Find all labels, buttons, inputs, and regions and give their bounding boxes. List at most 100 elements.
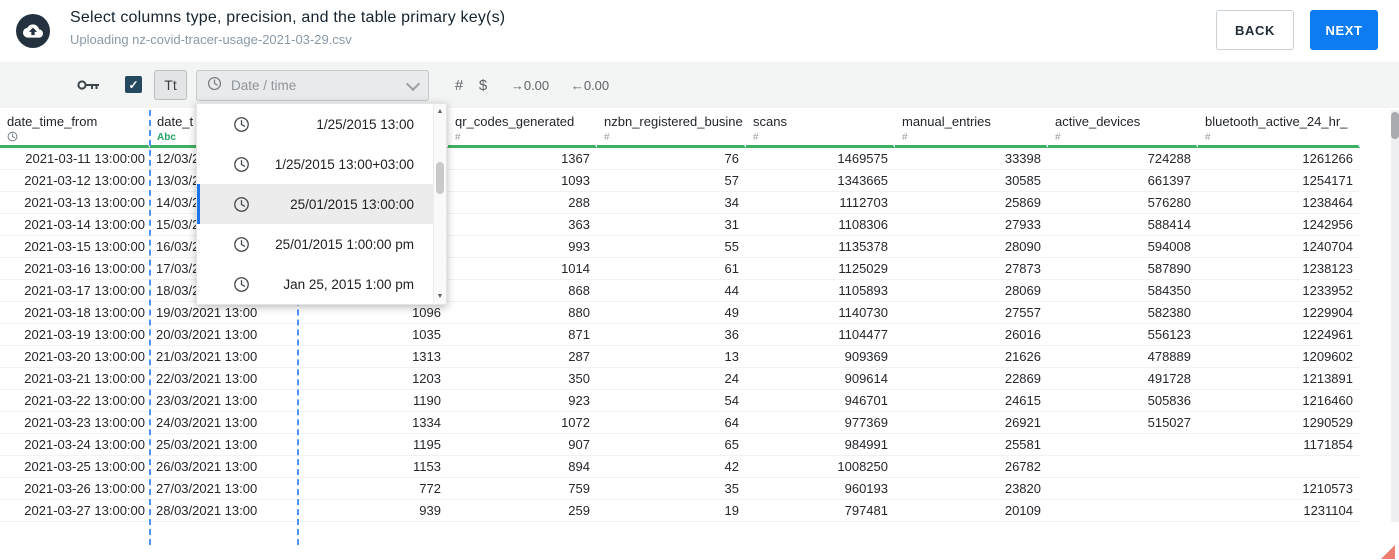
titles: Select columns type, precision, and the … bbox=[70, 9, 505, 47]
cell: 977369 bbox=[844, 415, 888, 430]
cell: 582380 bbox=[1147, 305, 1191, 320]
cloud-upload-icon bbox=[23, 24, 43, 38]
cell: 1469575 bbox=[837, 151, 888, 166]
column-header-qr_codes_generated[interactable]: qr_codes_generated # bbox=[448, 110, 597, 148]
cell: 64 bbox=[724, 415, 739, 430]
cell: 587890 bbox=[1147, 261, 1191, 276]
dropdown-scrollbar-thumb[interactable] bbox=[436, 162, 444, 194]
cell: 1108306 bbox=[838, 217, 888, 232]
primary-key-button[interactable] bbox=[76, 76, 102, 94]
column-type: # bbox=[753, 131, 893, 144]
column-name: date_time_from bbox=[7, 114, 98, 129]
cell: 57 bbox=[724, 173, 739, 188]
table-row: 2021-03-20 13:00:00 21/03/2021 13:00 1313 2… bbox=[0, 346, 1360, 368]
include-column-checkbox[interactable]: ✓ bbox=[125, 76, 142, 93]
cell: 1233952 bbox=[1302, 283, 1353, 298]
table-row: 2021-03-22 13:00:00 23/03/2021 13:00 1190 9… bbox=[0, 390, 1360, 412]
cell: 2021-03-23 13:00:00 bbox=[24, 415, 145, 430]
column-type-number: # bbox=[455, 132, 461, 143]
format-option[interactable]: 25/01/2015 1:00:00 pm bbox=[197, 224, 446, 264]
cell: 24 bbox=[724, 371, 739, 386]
cell: 2021-03-27 13:00:00 bbox=[24, 503, 145, 518]
cell: 588414 bbox=[1147, 217, 1191, 232]
scroll-down-icon[interactable]: ▼ bbox=[434, 293, 446, 300]
cell: 1008250 bbox=[837, 459, 888, 474]
cell: 584350 bbox=[1147, 283, 1191, 298]
scroll-up-icon[interactable]: ▲ bbox=[434, 108, 446, 115]
clock-icon bbox=[233, 156, 250, 173]
clock-icon bbox=[207, 76, 222, 96]
cell: 13 bbox=[724, 349, 739, 364]
vertical-scrollbar-thumb[interactable] bbox=[1391, 112, 1399, 139]
increase-precision-button[interactable]: →0.00 bbox=[508, 77, 552, 93]
table-row: 2021-03-23 13:00:00 24/03/2021 13:00 1334 1… bbox=[0, 412, 1360, 434]
clock-icon bbox=[233, 196, 250, 213]
column-header-nzbn_registered_busine[interactable]: nzbn_registered_busine # bbox=[597, 110, 746, 148]
column-type: # bbox=[604, 131, 744, 144]
cell: 28090 bbox=[1004, 239, 1041, 254]
cell: 19 bbox=[724, 503, 739, 518]
format-option[interactable]: Jan 25, 2015 1:00 pm bbox=[197, 264, 446, 304]
back-button[interactable]: BACK bbox=[1216, 10, 1294, 50]
cell: 1210573 bbox=[1302, 481, 1353, 496]
table-row: 2021-03-18 13:00:00 19/03/2021 13:00 1096 8… bbox=[0, 302, 1360, 324]
cell: 25869 bbox=[1004, 195, 1041, 210]
checkmark-icon: ✓ bbox=[128, 77, 139, 92]
format-option[interactable]: 1/25/2015 13:00+03:00 bbox=[197, 144, 446, 184]
column-type-datetime bbox=[7, 131, 148, 144]
column-header-date_time_from[interactable]: date_time_from bbox=[0, 110, 150, 148]
cell: 55 bbox=[724, 239, 739, 254]
next-button[interactable]: NEXT bbox=[1310, 10, 1378, 50]
dropdown-scrollbar[interactable]: ▲ ▼ bbox=[433, 104, 446, 304]
cell: 20109 bbox=[1004, 503, 1041, 518]
cell: 259 bbox=[568, 503, 590, 518]
table-row: 2021-03-21 13:00:00 22/03/2021 13:00 1203 3… bbox=[0, 368, 1360, 390]
page-title: Select columns type, precision, and the … bbox=[70, 9, 506, 26]
currency-type-button[interactable]: $ bbox=[476, 75, 490, 95]
cell: 24/03/2021 13:00 bbox=[156, 415, 258, 430]
cell: 350 bbox=[568, 371, 590, 386]
cell: 1254171 bbox=[1302, 173, 1353, 188]
vertical-scrollbar[interactable] bbox=[1391, 110, 1399, 522]
decrease-precision-button[interactable]: ←0.00 bbox=[568, 77, 612, 93]
cell: 1125029 bbox=[838, 261, 888, 276]
cell: 1238123 bbox=[1302, 261, 1353, 276]
number-type-button[interactable]: # bbox=[450, 75, 468, 95]
column-header-active_devices[interactable]: active_devices # bbox=[1048, 110, 1198, 148]
page-subtitle: Uploading nz-covid-tracer-usage-2021-03-… bbox=[70, 32, 352, 47]
type-format-dropdown[interactable]: Date / time bbox=[196, 70, 429, 101]
cell: 909614 bbox=[844, 371, 888, 386]
column-type: # bbox=[902, 131, 1046, 144]
column-header-bluetooth_active_24_hr_[interactable]: bluetooth_active_24_hr_ # bbox=[1198, 110, 1360, 148]
cell: 2021-03-20 13:00:00 bbox=[24, 349, 145, 364]
column-header-scans[interactable]: scans # bbox=[746, 110, 895, 148]
format-option[interactable]: 1/25/2015 13:00 bbox=[197, 104, 446, 144]
key-icon bbox=[77, 80, 99, 90]
cell: 42 bbox=[724, 459, 739, 474]
cell: 287 bbox=[568, 349, 590, 364]
cell: 960193 bbox=[844, 481, 888, 496]
column-type: # bbox=[455, 131, 595, 144]
text-type-button[interactable]: Tt bbox=[154, 70, 187, 100]
cell: 31 bbox=[724, 217, 739, 232]
cell: 2021-03-25 13:00:00 bbox=[24, 459, 145, 474]
chevron-down-icon bbox=[405, 76, 421, 91]
table-row: 2021-03-24 13:00:00 25/03/2021 13:00 1195 9… bbox=[0, 434, 1360, 456]
format-option-label: 1/25/2015 13:00 bbox=[316, 116, 414, 132]
cell: 25581 bbox=[1004, 437, 1041, 452]
clock-icon bbox=[233, 236, 250, 253]
column-header-manual_entries[interactable]: manual_entries # bbox=[895, 110, 1048, 148]
column-type: # bbox=[1055, 131, 1196, 144]
cell: 491728 bbox=[1147, 371, 1191, 386]
cell: 2021-03-17 13:00:00 bbox=[24, 283, 145, 298]
clock-icon bbox=[233, 276, 250, 293]
cell: 1367 bbox=[561, 151, 590, 166]
cell: 1014 bbox=[561, 261, 590, 276]
cell: 23820 bbox=[1004, 481, 1041, 496]
cell: 594008 bbox=[1147, 239, 1191, 254]
cell: 1343665 bbox=[837, 173, 888, 188]
column-name: nzbn_registered_busine bbox=[604, 114, 743, 129]
column-name: scans bbox=[753, 114, 787, 129]
cell: 363 bbox=[568, 217, 590, 232]
format-option[interactable]: 25/01/2015 13:00:00 bbox=[197, 184, 446, 224]
